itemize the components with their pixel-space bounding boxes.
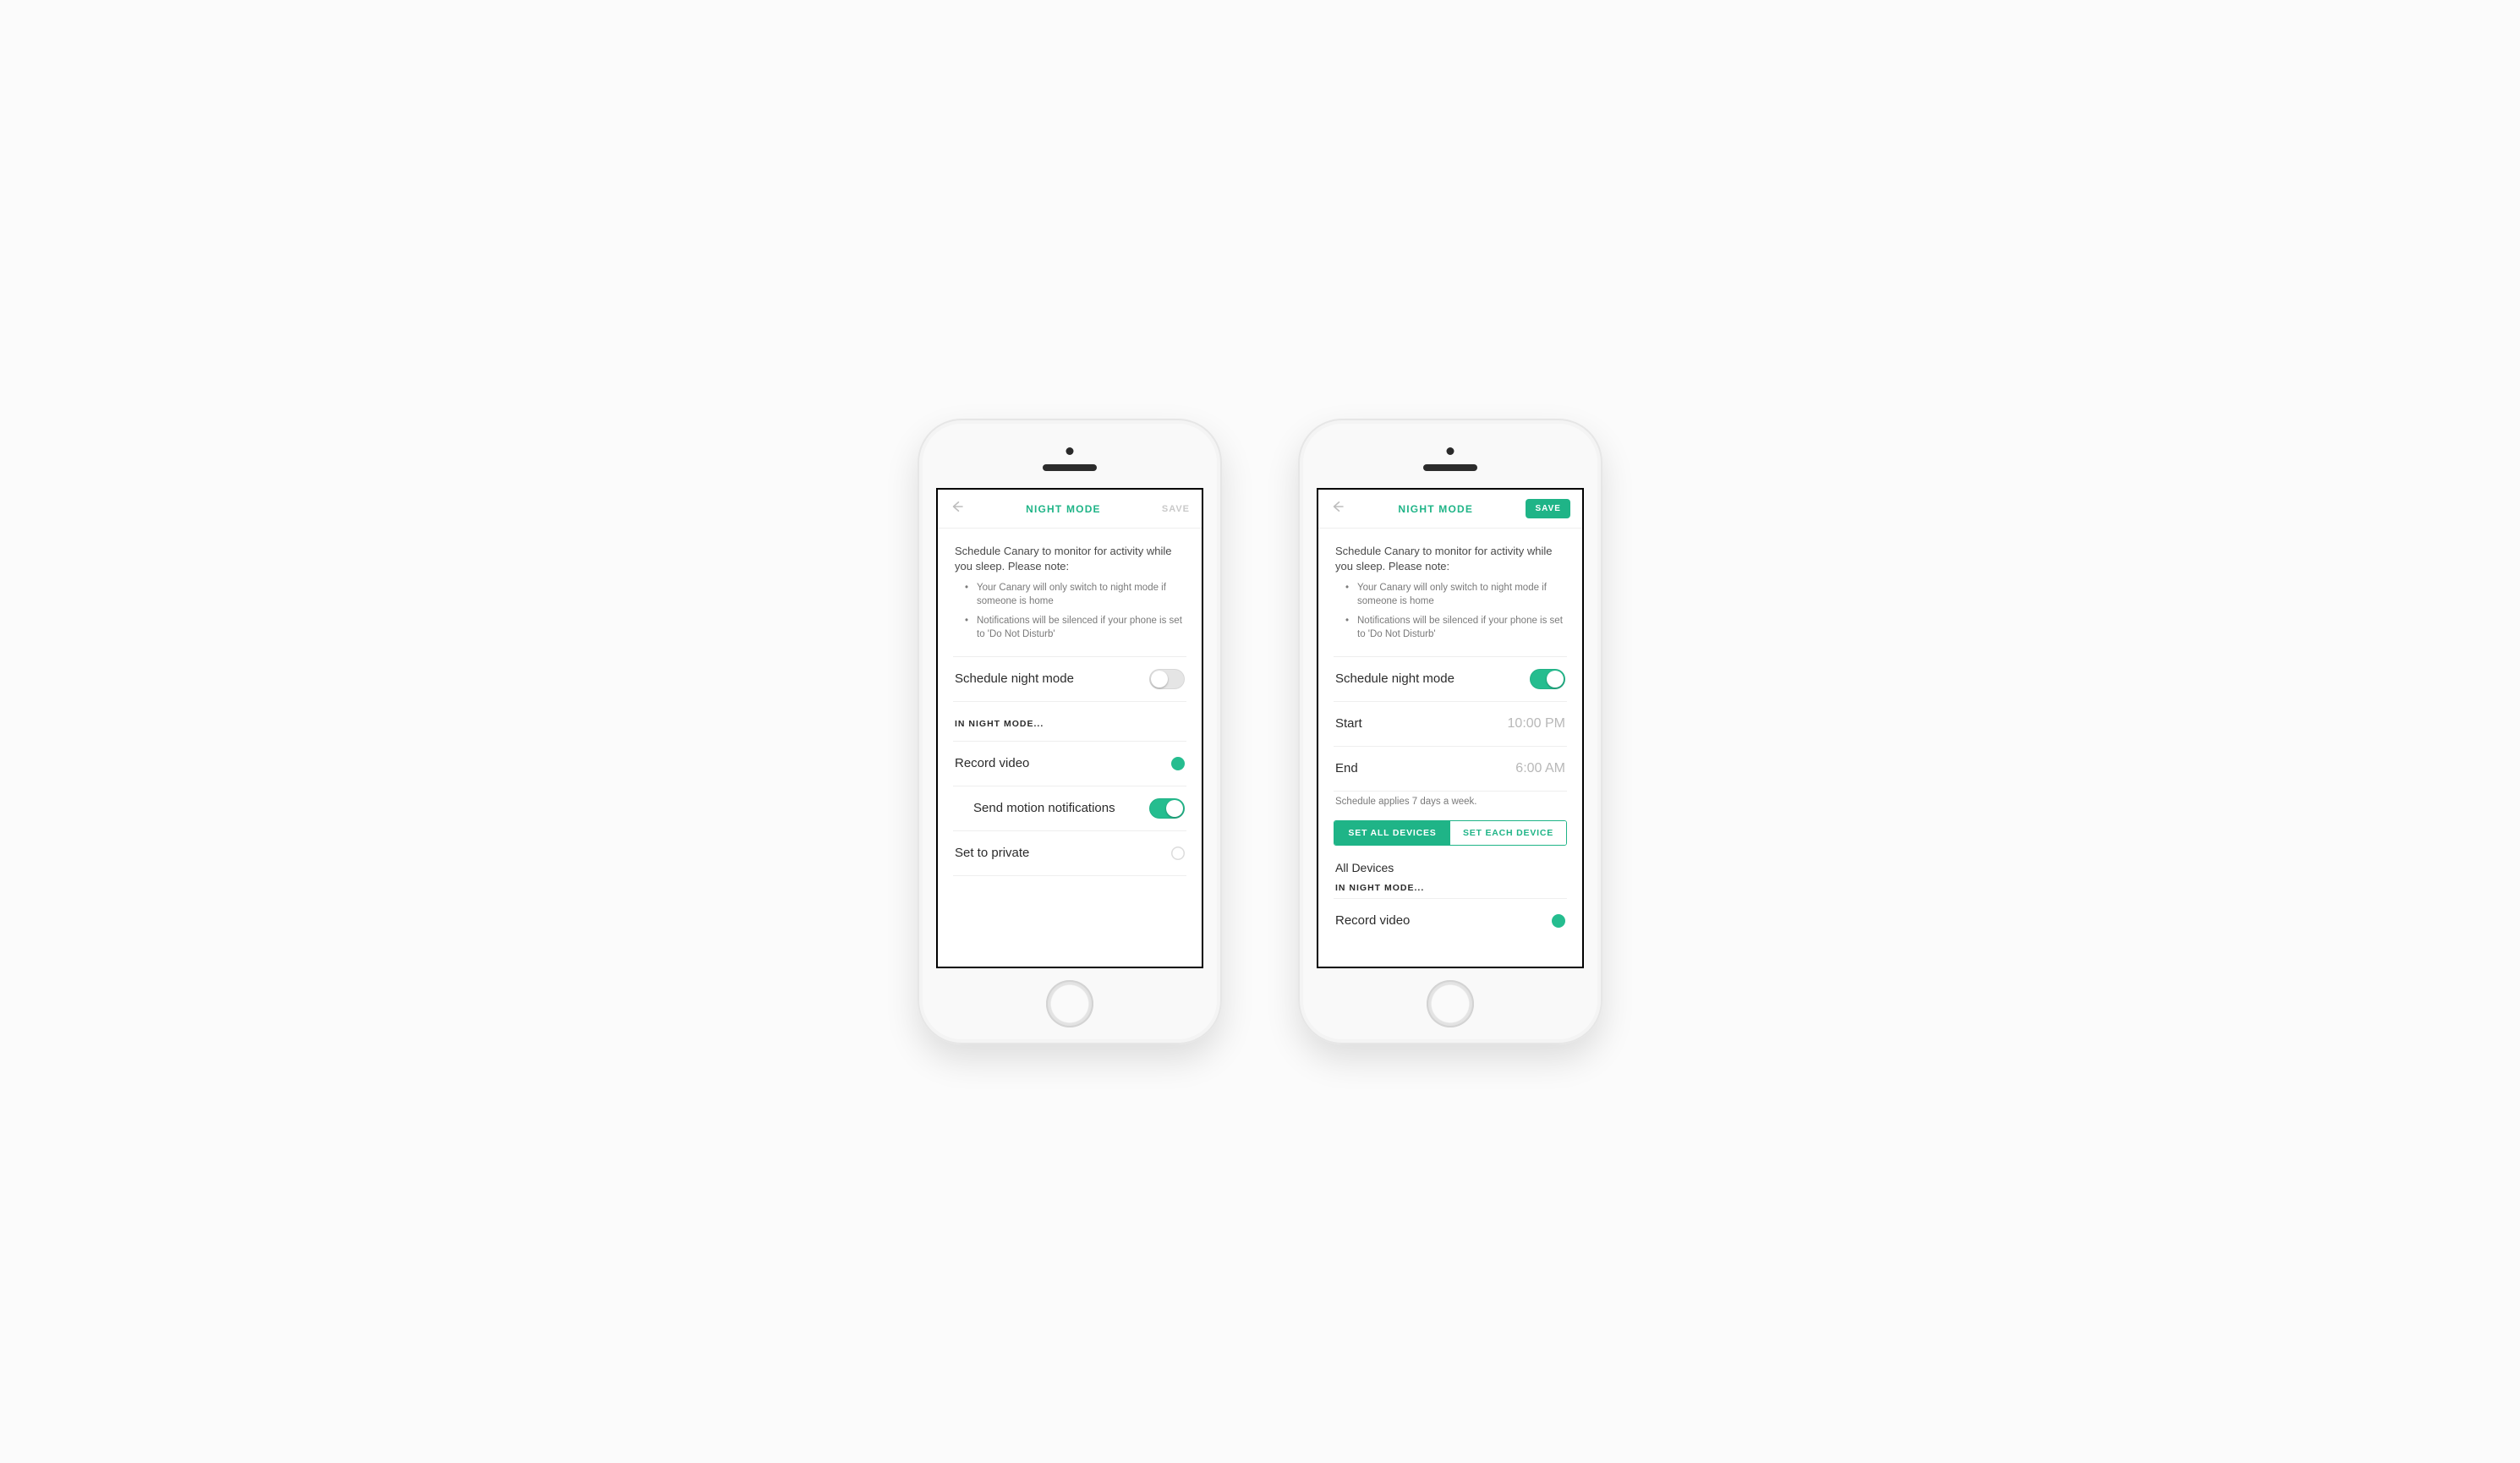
save-button[interactable]: SAVE bbox=[1526, 499, 1570, 518]
screen-content: Schedule Canary to monitor for activity … bbox=[1318, 529, 1582, 967]
device-scope-segmented[interactable]: SET ALL DEVICES SET EACH DEVICE bbox=[1334, 820, 1567, 846]
end-time-label: End bbox=[1335, 761, 1358, 775]
save-button[interactable]: SAVE bbox=[1162, 504, 1190, 514]
phone-earpiece bbox=[1043, 464, 1097, 471]
phone-mockup-right: NIGHT MODE SAVE Schedule Canary to monit… bbox=[1298, 419, 1602, 1044]
record-video-row[interactable]: Record video bbox=[953, 742, 1186, 786]
screen-content: Schedule Canary to monitor for activity … bbox=[938, 529, 1202, 967]
segment-set-each-device[interactable]: SET EACH DEVICE bbox=[1450, 821, 1566, 845]
back-button[interactable] bbox=[950, 499, 965, 518]
end-time-value: 6:00 AM bbox=[1515, 761, 1565, 776]
intro-bullets: Your Canary will only switch to night mo… bbox=[955, 574, 1185, 645]
record-video-row[interactable]: Record video bbox=[1334, 899, 1567, 943]
record-video-radio[interactable] bbox=[1552, 914, 1565, 928]
motion-notifications-label: Send motion notifications bbox=[955, 801, 1115, 815]
navbar-title: NIGHT MODE bbox=[1398, 503, 1473, 515]
schedule-label: Schedule night mode bbox=[955, 671, 1074, 686]
phone-earpiece bbox=[1423, 464, 1477, 471]
intro-block: Schedule Canary to monitor for activity … bbox=[1334, 529, 1567, 656]
intro-bullet: Notifications will be silenced if your p… bbox=[1345, 614, 1565, 646]
record-video-label: Record video bbox=[955, 756, 1029, 770]
navbar-title: NIGHT MODE bbox=[1026, 503, 1101, 515]
schedule-label: Schedule night mode bbox=[1335, 671, 1454, 686]
record-video-radio[interactable] bbox=[1171, 757, 1185, 770]
all-devices-label: All Devices bbox=[1334, 852, 1567, 874]
schedule-row[interactable]: Schedule night mode bbox=[953, 657, 1186, 701]
intro-bullets: Your Canary will only switch to night mo… bbox=[1335, 574, 1565, 645]
intro-block: Schedule Canary to monitor for activity … bbox=[953, 529, 1186, 656]
intro-text: Schedule Canary to monitor for activity … bbox=[955, 544, 1185, 574]
navbar: NIGHT MODE SAVE bbox=[938, 490, 1202, 529]
back-arrow-icon bbox=[1330, 499, 1345, 514]
intro-text: Schedule Canary to monitor for activity … bbox=[1335, 544, 1565, 574]
phone-home-button bbox=[1046, 980, 1093, 1027]
start-time-value: 10:00 PM bbox=[1508, 716, 1565, 732]
record-video-label: Record video bbox=[1335, 913, 1410, 928]
app-screen-right: NIGHT MODE SAVE Schedule Canary to monit… bbox=[1317, 488, 1584, 968]
motion-notifications-row[interactable]: Send motion notifications bbox=[953, 786, 1186, 830]
intro-bullet: Notifications will be silenced if your p… bbox=[965, 614, 1185, 646]
schedule-toggle[interactable] bbox=[1530, 669, 1565, 689]
set-private-label: Set to private bbox=[955, 846, 1029, 860]
back-button[interactable] bbox=[1330, 499, 1345, 518]
intro-bullet: Your Canary will only switch to night mo… bbox=[1345, 581, 1565, 613]
schedule-toggle[interactable] bbox=[1149, 669, 1185, 689]
intro-bullet: Your Canary will only switch to night mo… bbox=[965, 581, 1185, 613]
set-private-radio[interactable] bbox=[1171, 847, 1185, 860]
divider bbox=[953, 875, 1186, 876]
motion-notifications-toggle[interactable] bbox=[1149, 798, 1185, 819]
segment-set-all-devices[interactable]: SET ALL DEVICES bbox=[1334, 821, 1450, 845]
start-time-label: Start bbox=[1335, 716, 1362, 731]
set-private-row[interactable]: Set to private bbox=[953, 831, 1186, 875]
navbar: NIGHT MODE SAVE bbox=[1318, 490, 1582, 529]
phone-home-button bbox=[1427, 980, 1474, 1027]
schedule-helper-text: Schedule applies 7 days a week. bbox=[1334, 792, 1567, 819]
schedule-row[interactable]: Schedule night mode bbox=[1334, 657, 1567, 701]
in-night-mode-header: IN NIGHT MODE... bbox=[953, 702, 1186, 741]
back-arrow-icon bbox=[950, 499, 965, 514]
app-screen-left: NIGHT MODE SAVE Schedule Canary to monit… bbox=[936, 488, 1203, 968]
phone-mockup-left: NIGHT MODE SAVE Schedule Canary to monit… bbox=[918, 419, 1222, 1044]
in-night-mode-header: IN NIGHT MODE... bbox=[1334, 874, 1567, 898]
start-time-row[interactable]: Start 10:00 PM bbox=[1334, 702, 1567, 746]
end-time-row[interactable]: End 6:00 AM bbox=[1334, 747, 1567, 791]
